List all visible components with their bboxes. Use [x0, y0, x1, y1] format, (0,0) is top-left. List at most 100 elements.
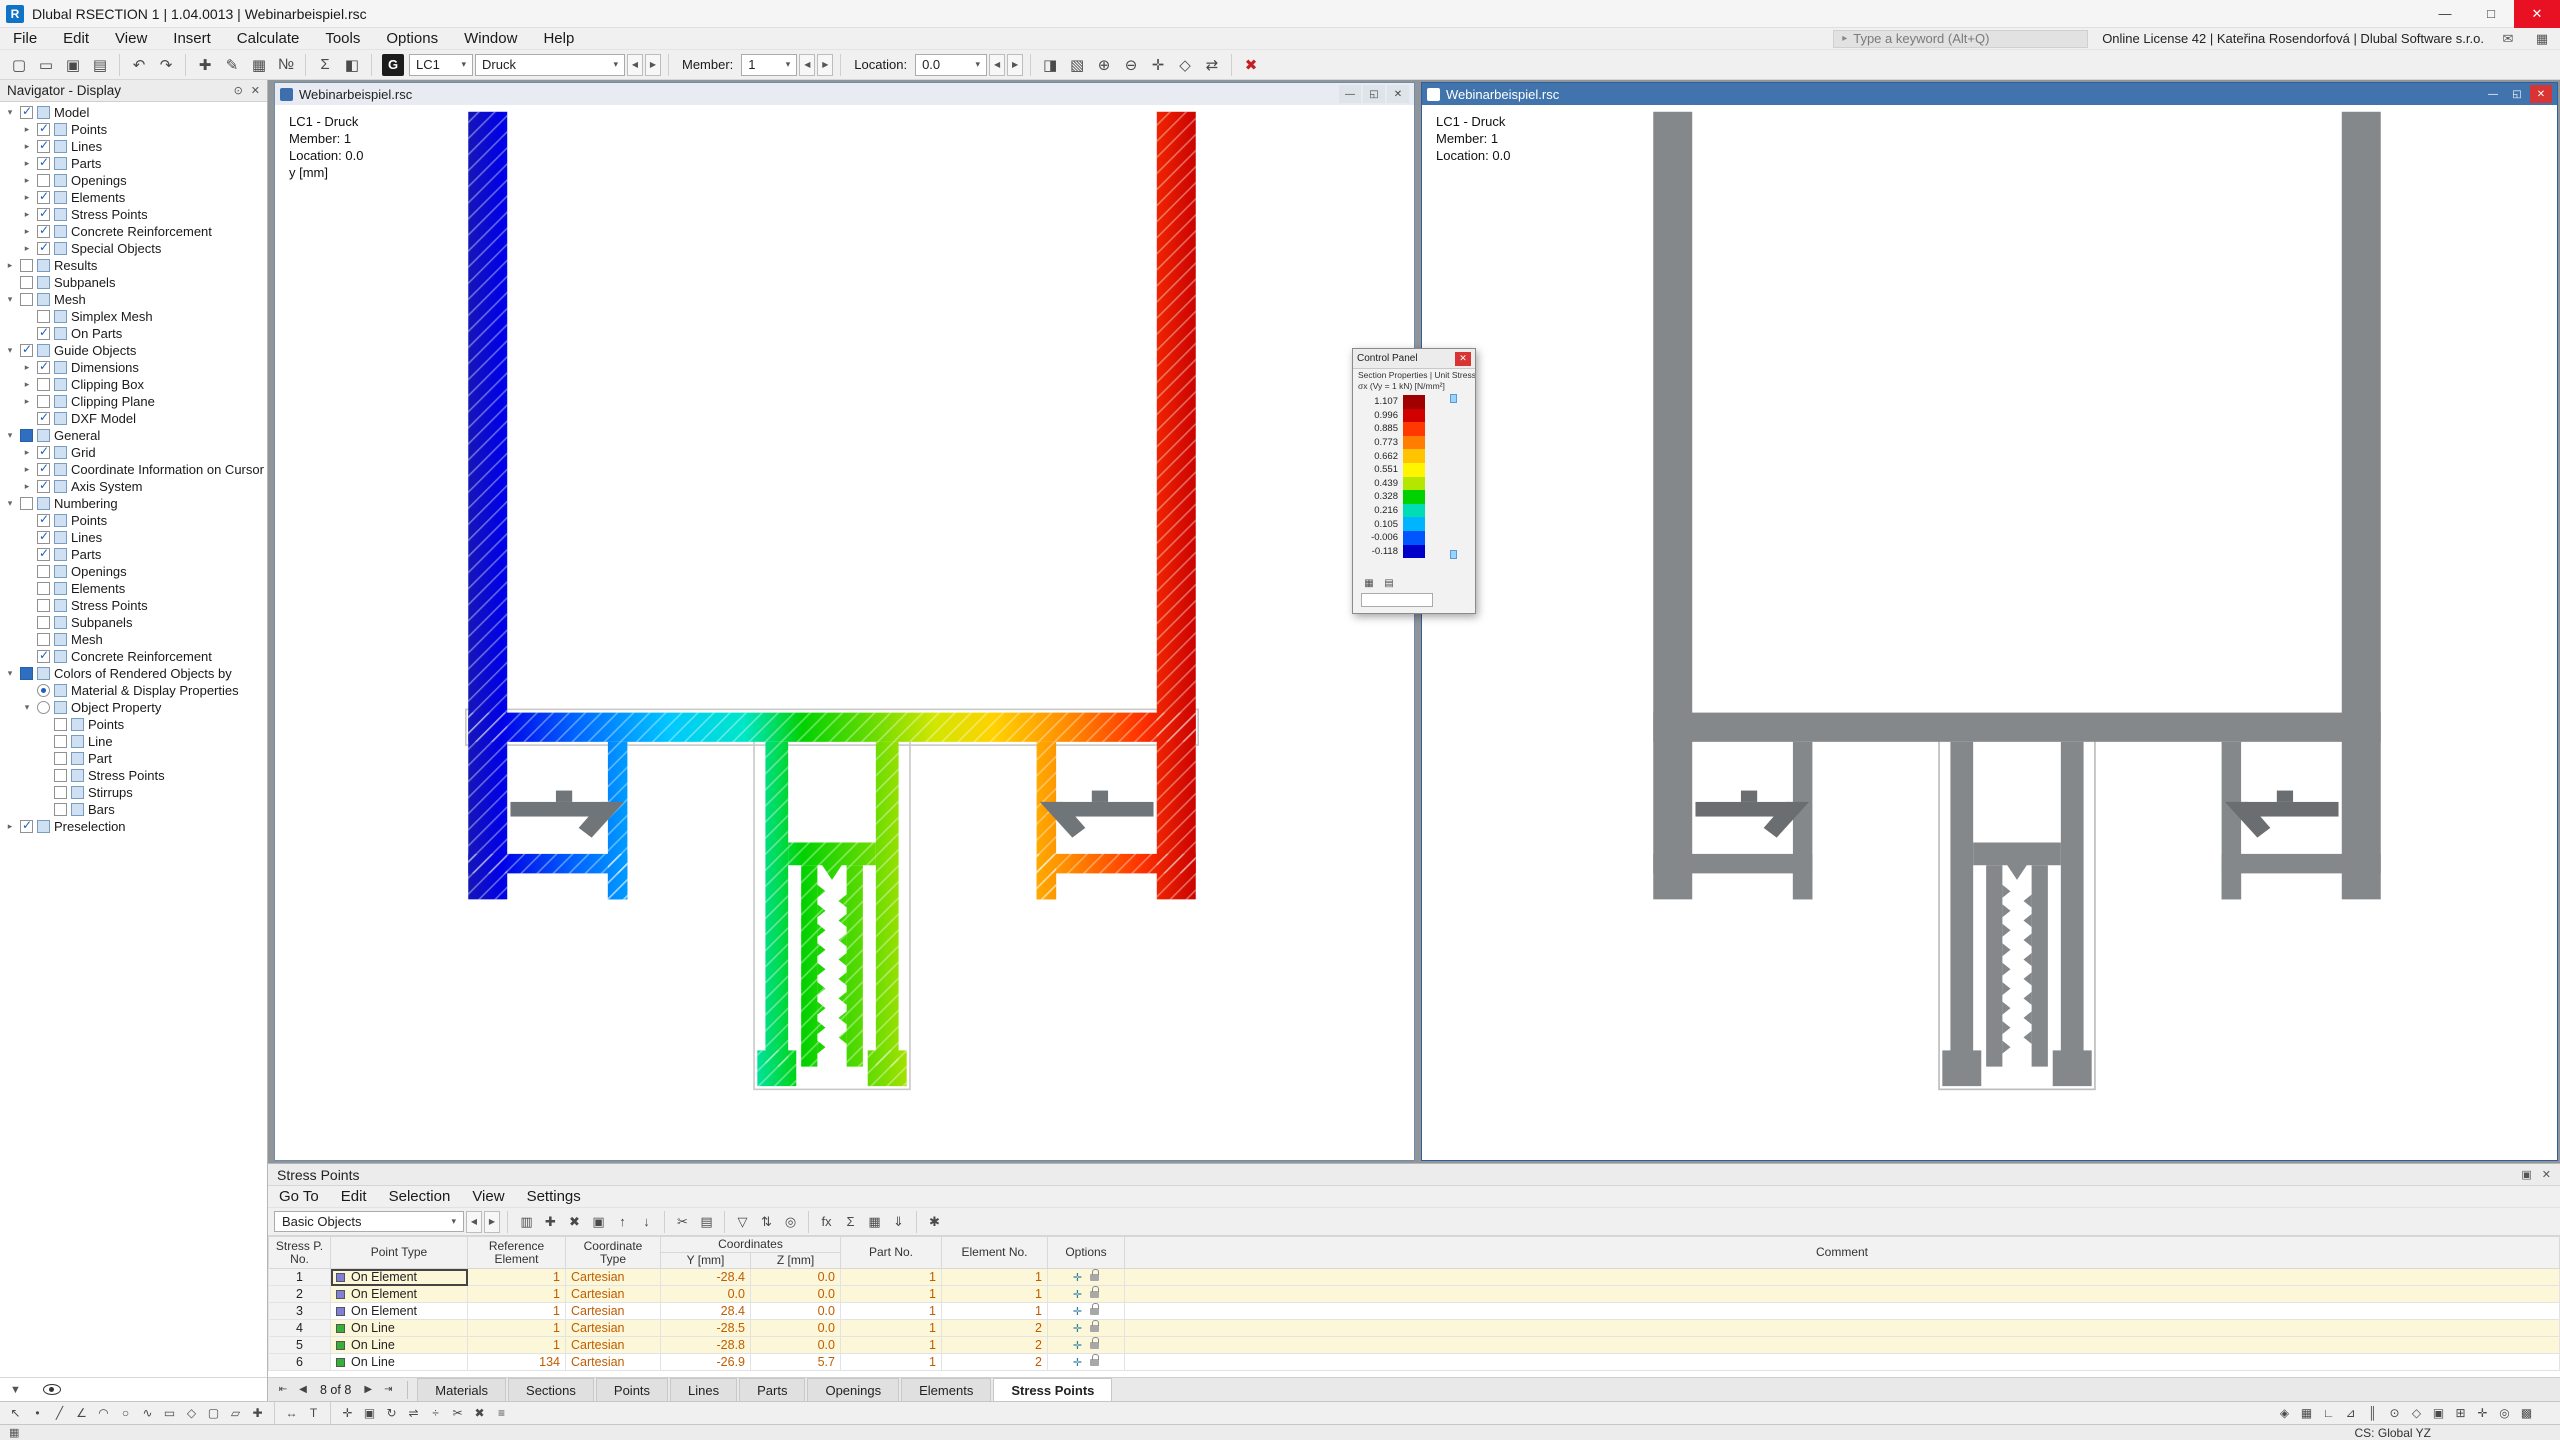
checkbox[interactable] [54, 735, 67, 748]
cell-z-coordinate[interactable]: 5.7 [751, 1354, 841, 1371]
grid-display-icon[interactable]: ⊞ [2450, 1403, 2471, 1423]
tree-item-special-objects[interactable]: ▸Special Objects [0, 240, 267, 257]
cell-point-type[interactable]: On Element [331, 1269, 468, 1286]
tree-item-openings[interactable]: ▸Openings [0, 172, 267, 189]
child-minimize-button[interactable]: — [2482, 85, 2504, 103]
cell-element-no[interactable]: 1 [942, 1269, 1048, 1286]
cell-coordinate-type[interactable]: Cartesian [566, 1354, 661, 1371]
cut-icon[interactable]: ✂ [671, 1210, 694, 1233]
menu-tools[interactable]: Tools [312, 28, 373, 50]
tab-sections[interactable]: Sections [508, 1378, 594, 1402]
tree-item-elements[interactable]: ▸Elements [0, 189, 267, 206]
tab-stress-points[interactable]: Stress Points [993, 1378, 1112, 1402]
checkbox[interactable] [20, 667, 33, 680]
excel-export-icon[interactable]: ▦ [863, 1210, 886, 1233]
crosshair-icon[interactable]: ✛ [2472, 1403, 2493, 1423]
cell-comment[interactable] [1125, 1320, 2560, 1337]
lock-icon[interactable] [1090, 1359, 1099, 1366]
element-tool-icon[interactable]: ▱ [225, 1403, 246, 1423]
table-row[interactable]: 1On Element1Cartesian-28.40.011✛ [269, 1269, 2560, 1286]
tree-item-mesh[interactable]: Mesh [0, 631, 267, 648]
spline-tool-icon[interactable]: ∿ [137, 1403, 158, 1423]
col-header-z[interactable]: Z [mm] [751, 1253, 841, 1269]
tab-openings[interactable]: Openings [807, 1378, 899, 1402]
lock-icon[interactable] [1090, 1274, 1099, 1281]
new-objects-icon[interactable]: ✚ [192, 52, 218, 78]
col-header-reference-element[interactable]: ReferenceElement [468, 1237, 566, 1269]
checkbox[interactable] [54, 769, 67, 782]
tree-item-guide-objects[interactable]: ▾Guide Objects [0, 342, 267, 359]
copy-tool-icon[interactable]: ▣ [359, 1403, 380, 1423]
tree-item-lines[interactable]: Lines [0, 529, 267, 546]
table-next-button[interactable]: ▶ [484, 1211, 500, 1233]
lock-icon[interactable] [1090, 1308, 1099, 1315]
background-grid-icon[interactable]: ▩ [2516, 1403, 2537, 1423]
opening-tool-icon[interactable]: ▢ [203, 1403, 224, 1423]
location-select[interactable]: 0.0 ▾ [915, 54, 987, 76]
tree-item-points[interactable]: Points [0, 716, 267, 733]
cell-comment[interactable] [1125, 1354, 2560, 1371]
tree-expander-icon[interactable]: ▸ [21, 192, 33, 203]
child-close-button[interactable]: ✕ [2530, 85, 2552, 103]
grid-snap-icon[interactable]: ▦ [2296, 1403, 2317, 1423]
close-button[interactable]: ✕ [2514, 0, 2560, 28]
line-tool-icon[interactable]: ╱ [49, 1403, 70, 1423]
checkbox[interactable] [20, 820, 33, 833]
panel-settings-icon[interactable]: ▤ [1381, 576, 1397, 590]
cell-reference-element[interactable]: 134 [468, 1354, 566, 1371]
tree-item-colors-of-rendered-objects-by[interactable]: ▾Colors of Rendered Objects by [0, 665, 267, 682]
arc-tool-icon[interactable]: ◠ [93, 1403, 114, 1423]
polygon-tool-icon[interactable]: ◇ [181, 1403, 202, 1423]
checkbox[interactable] [54, 752, 67, 765]
checkbox[interactable] [37, 395, 50, 408]
polyline-tool-icon[interactable]: ∠ [71, 1403, 92, 1423]
tree-expander-icon[interactable]: ▸ [21, 481, 33, 492]
panel-display-options-icon[interactable]: ▦ [1361, 576, 1377, 590]
view-direction-icon[interactable]: ⇄ [1199, 52, 1225, 78]
tree-expander-icon[interactable]: ▸ [21, 175, 33, 186]
ortho-mode-icon[interactable]: ∟ [2318, 1403, 2339, 1423]
checkbox[interactable] [37, 446, 50, 459]
cell-coordinate-type[interactable]: Cartesian [566, 1286, 661, 1303]
cell-number[interactable]: 4 [269, 1320, 331, 1337]
tree-expander-icon[interactable]: ▾ [21, 702, 33, 713]
checkbox[interactable] [37, 123, 50, 136]
tree-expander-icon[interactable]: ▸ [21, 396, 33, 407]
cell-number[interactable]: 3 [269, 1303, 331, 1320]
location-next-button[interactable]: ▶ [1007, 54, 1023, 76]
table-settings-icon[interactable]: ✱ [923, 1210, 946, 1233]
checkbox[interactable] [20, 344, 33, 357]
cell-y-coordinate[interactable]: 28.4 [661, 1303, 751, 1320]
zoom-in-icon[interactable]: ⊕ [1091, 52, 1117, 78]
support-move-icon[interactable]: ✛ [1073, 1289, 1082, 1301]
load-case-prev-button[interactable]: ◀ [627, 54, 643, 76]
checkbox[interactable] [37, 157, 50, 170]
numbering-icon[interactable]: № [273, 52, 299, 78]
cell-coordinate-type[interactable]: Cartesian [566, 1337, 661, 1354]
cell-y-coordinate[interactable]: -26.9 [661, 1354, 751, 1371]
table-prev-button[interactable]: ◀ [466, 1211, 482, 1233]
tree-item-concrete-reinforcement[interactable]: ▸Concrete Reinforcement [0, 223, 267, 240]
col-header-coordinate-type[interactable]: CoordinateType [566, 1237, 661, 1269]
child-window-titlebar[interactable]: Webinarbeispiel.rsc — ◱ ✕ [1422, 83, 2557, 105]
table-row[interactable]: 5On Line1Cartesian-28.80.012✛ [269, 1337, 2560, 1354]
child-close-button[interactable]: ✕ [1387, 85, 1409, 103]
table-menu-go-to[interactable]: Go To [268, 1186, 330, 1208]
tree-item-stirrups[interactable]: Stirrups [0, 784, 267, 801]
radio-button[interactable] [37, 684, 50, 697]
tree-item-points[interactable]: Points [0, 512, 267, 529]
cell-y-coordinate[interactable]: -28.5 [661, 1320, 751, 1337]
tree-expander-icon[interactable]: ▸ [4, 260, 16, 271]
panel-extra-field[interactable] [1361, 593, 1433, 607]
checkbox[interactable] [54, 786, 67, 799]
cell-options[interactable]: ✛ [1048, 1286, 1125, 1303]
col-header-no[interactable]: Stress P.No. [269, 1237, 331, 1269]
close-panel-icon[interactable]: ✕ [2542, 1168, 2551, 1181]
edit-objects-icon[interactable]: ✎ [219, 52, 245, 78]
first-page-button[interactable]: ⇤ [273, 1381, 293, 1399]
col-header-comment[interactable]: Comment [1125, 1237, 2560, 1269]
tree-item-parts[interactable]: Parts [0, 546, 267, 563]
cell-reference-element[interactable]: 1 [468, 1269, 566, 1286]
table-row[interactable]: 2On Element1Cartesian0.00.011✛ [269, 1286, 2560, 1303]
tree-item-stress-points[interactable]: ▸Stress Points [0, 206, 267, 223]
